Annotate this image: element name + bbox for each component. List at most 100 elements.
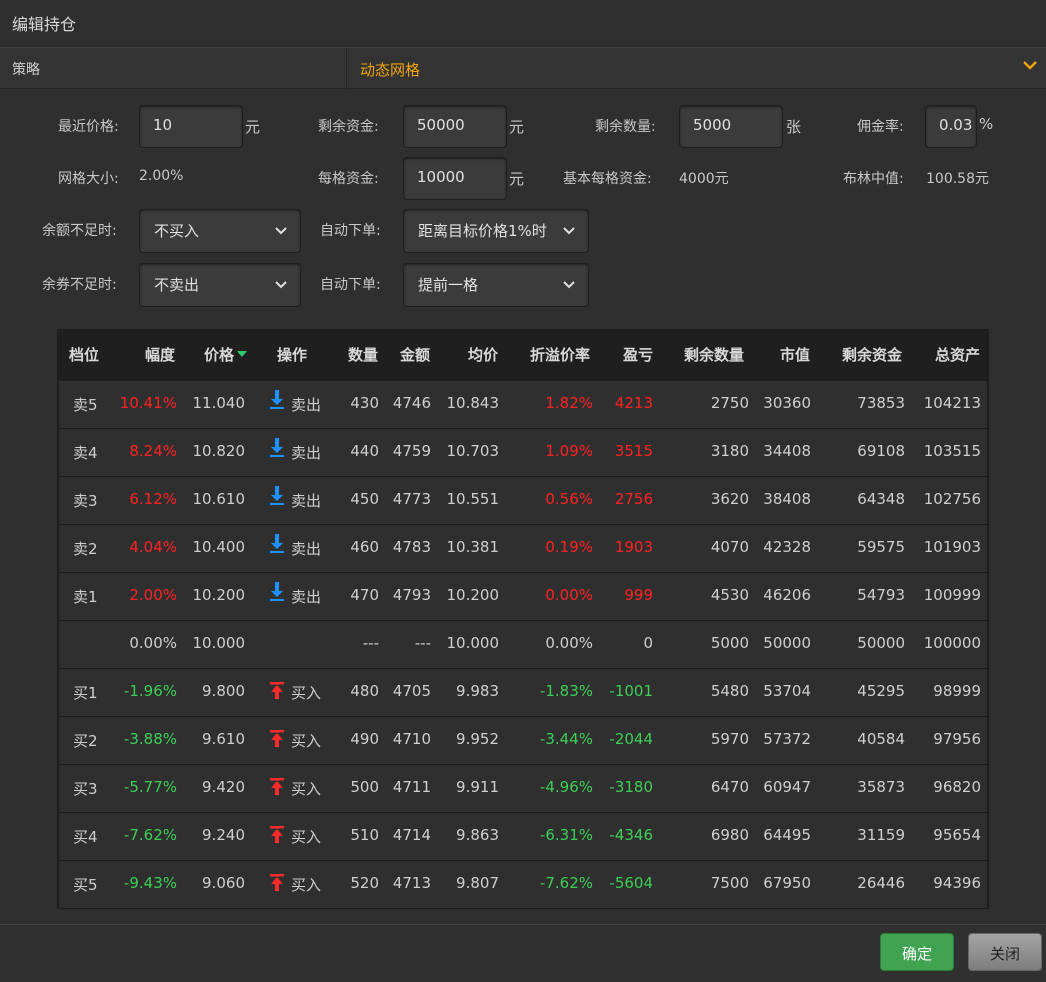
chevron-down-icon <box>563 227 575 235</box>
arrow-down-to-line-icon[interactable] <box>270 581 284 603</box>
cell-action[interactable]: 买入 <box>291 682 331 703</box>
sort-caret-down-icon[interactable] <box>237 351 247 359</box>
column-header-level[interactable]: 档位 <box>69 344 99 365</box>
cell-pnl: 0 <box>643 634 653 652</box>
cell-price: 10.200 <box>192 586 246 604</box>
table-row[interactable]: 卖2 4.04% 10.400 卖出 460 4783 10.381 0.19% 1903 407… <box>59 525 987 573</box>
cell-level: 买3 <box>73 780 98 798</box>
table-row[interactable]: 买3 -5.77% 9.420 买入 500 4711 9.911 -4.96% -3180 64… <box>59 765 987 813</box>
column-header-amount[interactable]: 金额 <box>400 344 430 365</box>
cell-action[interactable]: 卖出 <box>291 538 331 559</box>
arrow-down-to-line-icon[interactable] <box>270 533 284 555</box>
column-header-total[interactable]: 总资产 <box>935 344 980 365</box>
arrow-up-from-line-icon[interactable] <box>270 773 284 795</box>
insufficient-cash-select[interactable]: 不买入 <box>139 209 301 253</box>
arrow-up-from-line-icon[interactable] <box>270 677 284 699</box>
cell-premium: 1.82% <box>545 394 593 412</box>
cell-range: -5.77% <box>123 778 177 796</box>
cell-range: -1.96% <box>123 682 177 700</box>
auto-order-2-select[interactable]: 提前一格 <box>403 263 589 307</box>
cell-rfunds: 45295 <box>857 682 905 700</box>
cell-premium: 0.19% <box>545 538 593 556</box>
cell-level: 买1 <box>73 684 98 702</box>
cell-level: 买4 <box>73 828 98 846</box>
table-row[interactable]: 买2 -3.88% 9.610 买入 490 4710 9.952 -3.44% -2044 59… <box>59 717 987 765</box>
remain-funds-label: 剩余资金: <box>318 119 379 135</box>
cell-rqty: 4530 <box>710 586 749 604</box>
cell-premium: -3.44% <box>539 730 593 748</box>
cell-action[interactable]: 卖出 <box>291 394 331 415</box>
cell-mv: 34408 <box>763 442 811 460</box>
arrow-up-from-line-icon[interactable] <box>270 869 284 891</box>
arrow-up-from-line-icon[interactable] <box>270 821 284 843</box>
cell-premium: 1.09% <box>545 442 593 460</box>
column-header-pnl[interactable]: 盈亏 <box>623 344 653 365</box>
cell-mv: 67950 <box>763 874 811 892</box>
cell-amount: --- <box>414 634 431 652</box>
column-header-rqty[interactable]: 剩余数量 <box>684 344 744 365</box>
strategy-select[interactable]: 动态网格 <box>360 59 420 80</box>
cell-amount: 4759 <box>392 442 431 460</box>
arrow-up-from-line-icon[interactable] <box>270 725 284 747</box>
cell-amount: 4773 <box>392 490 431 508</box>
column-header-mv[interactable]: 市值 <box>780 344 810 365</box>
table-row[interactable]: 0.00% 10.000 --- --- 10.000 0.00% 0 5000 50000 50… <box>59 621 987 669</box>
arrow-down-to-line-icon[interactable] <box>270 437 284 459</box>
cell-amount: 4710 <box>392 730 431 748</box>
cell-total: 101903 <box>923 538 981 556</box>
cell-level: 买2 <box>73 732 98 750</box>
confirm-button[interactable]: 确定 <box>880 933 954 971</box>
cell-action[interactable]: 卖出 <box>291 490 331 511</box>
cell-action[interactable]: 卖出 <box>291 442 331 463</box>
cell-action[interactable]: 买入 <box>291 826 331 847</box>
table-row[interactable]: 买5 -9.43% 9.060 买入 520 4713 9.807 -7.62% -5604 75… <box>59 861 987 909</box>
column-header-qty[interactable]: 数量 <box>348 344 378 365</box>
cell-pnl: 2756 <box>614 490 653 508</box>
table-row[interactable]: 买4 -7.62% 9.240 买入 510 4714 9.863 -6.31% -4346 69… <box>59 813 987 861</box>
cell-range: 0.00% <box>129 634 177 652</box>
cell-range: 2.00% <box>129 586 177 604</box>
column-header-avg[interactable]: 均价 <box>468 344 498 365</box>
column-header-range[interactable]: 幅度 <box>145 344 175 365</box>
table-row[interactable]: 买1 -1.96% 9.800 买入 480 4705 9.983 -1.83% -1001 54… <box>59 669 987 717</box>
cell-mv: 42328 <box>763 538 811 556</box>
cell-total: 102756 <box>923 490 981 508</box>
column-header-action[interactable]: 操作 <box>277 344 307 365</box>
cell-rqty: 2750 <box>710 394 749 412</box>
close-button[interactable]: 关闭 <box>968 933 1042 971</box>
auto-order-2-label: 自动下单: <box>320 277 381 293</box>
per-grid-funds-input[interactable]: 10000 <box>403 157 507 200</box>
cell-rfunds: 50000 <box>857 634 905 652</box>
cell-action[interactable]: 买入 <box>291 778 331 799</box>
arrow-down-to-line-icon[interactable] <box>270 389 284 411</box>
column-header-rfunds[interactable]: 剩余资金 <box>842 344 902 365</box>
recent-price-input[interactable]: 10 <box>139 105 243 148</box>
strategy-row[interactable]: 策略 动态网格 <box>0 47 1046 90</box>
cell-qty: 510 <box>350 826 379 844</box>
commission-input[interactable]: 0.03 <box>925 105 977 148</box>
table-row[interactable]: 卖5 10.41% 11.040 卖出 430 4746 10.843 1.82% 4213 27… <box>59 381 987 429</box>
cell-rfunds: 59575 <box>857 538 905 556</box>
auto-order-1-select[interactable]: 距离目标价格1%时 <box>403 209 589 253</box>
chevron-down-icon <box>563 281 575 289</box>
cell-action[interactable]: 买入 <box>291 730 331 751</box>
cell-total: 95654 <box>933 826 981 844</box>
remain-funds-input[interactable]: 50000 <box>403 105 507 148</box>
insufficient-shares-select[interactable]: 不卖出 <box>139 263 301 307</box>
cell-pnl: 4213 <box>614 394 653 412</box>
column-header-price[interactable]: 价格 <box>204 344 234 365</box>
table-row[interactable]: 卖4 8.24% 10.820 卖出 440 4759 10.703 1.09% 3515 318… <box>59 429 987 477</box>
chevron-down-icon[interactable] <box>1022 57 1038 73</box>
cell-action[interactable]: 卖出 <box>291 586 331 607</box>
remain-qty-input[interactable]: 5000 <box>679 105 783 148</box>
cell-pnl: -3180 <box>609 778 653 796</box>
table-row[interactable]: 卖3 6.12% 10.610 卖出 450 4773 10.551 0.56% 2756 362… <box>59 477 987 525</box>
chevron-down-icon <box>275 281 287 289</box>
arrow-down-to-line-icon[interactable] <box>270 485 284 507</box>
cell-price: 10.610 <box>192 490 246 508</box>
cell-action[interactable]: 买入 <box>291 874 331 895</box>
auto-order-2-value: 提前一格 <box>418 276 479 294</box>
table-row[interactable]: 卖1 2.00% 10.200 卖出 470 4793 10.200 0.00% 999 4530… <box>59 573 987 621</box>
column-header-premium[interactable]: 折溢价率 <box>530 344 590 365</box>
cell-price: 10.000 <box>192 634 246 652</box>
